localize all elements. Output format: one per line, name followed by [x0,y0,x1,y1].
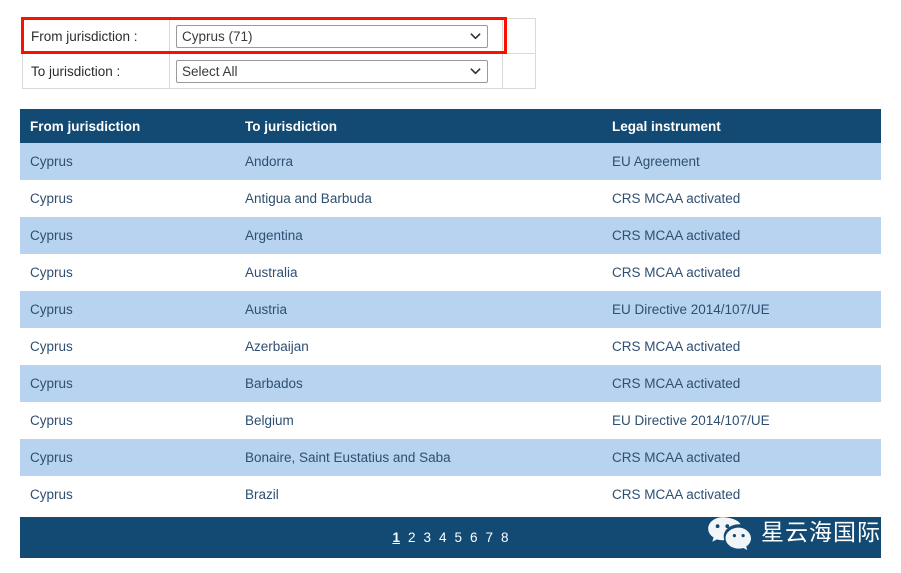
table-row: Cyprus Brazil CRS MCAA activated [20,476,881,513]
pagination-page-8[interactable]: 8 [501,530,509,546]
cell-to-jurisdiction: Belgium [235,402,602,439]
cell-to-jurisdiction: Australia [235,254,602,291]
cell-from-jurisdiction: Cyprus [20,476,235,513]
table-footer: 1 2 3 4 5 6 7 8 [20,517,881,558]
cell-legal-instrument: CRS MCAA activated [602,476,881,513]
table-row: Cyprus Andorra EU Agreement [20,143,881,180]
cell-from-jurisdiction: Cyprus [20,143,235,180]
cell-from-jurisdiction: Cyprus [20,180,235,217]
table-row: Cyprus Azerbaijan CRS MCAA activated [20,328,881,365]
table-header: From jurisdiction To jurisdiction Legal … [20,109,881,143]
to-jurisdiction-label: To jurisdiction : [23,54,170,89]
from-jurisdiction-select-cell: Cyprus (71) [170,19,503,54]
filter-table: From jurisdiction : Cyprus (71) [22,18,536,89]
cell-legal-instrument: CRS MCAA activated [602,254,881,291]
pagination-page-4[interactable]: 4 [439,530,447,546]
table-row: Cyprus Austria EU Directive 2014/107/UE [20,291,881,328]
cell-from-jurisdiction: Cyprus [20,439,235,476]
filter-row-from: From jurisdiction : Cyprus (71) [23,19,536,54]
from-jurisdiction-value: Cyprus (71) [182,29,253,44]
to-jurisdiction-select-cell: Select All [170,54,503,89]
cell-from-jurisdiction: Cyprus [20,365,235,402]
table-row: Cyprus Australia CRS MCAA activated [20,254,881,291]
to-jurisdiction-select[interactable]: Select All [176,60,488,83]
cell-to-jurisdiction: Barbados [235,365,602,402]
cell-legal-instrument: EU Directive 2014/107/UE [602,291,881,328]
table-row: Cyprus Bonaire, Saint Eustatius and Saba… [20,439,881,476]
pagination-page-6[interactable]: 6 [470,530,478,546]
cell-legal-instrument: CRS MCAA activated [602,365,881,402]
filter-row-from-spacer [503,19,536,54]
cell-to-jurisdiction: Antigua and Barbuda [235,180,602,217]
column-header-legal-instrument: Legal instrument [602,109,881,143]
table-body: Cyprus Andorra EU Agreement Cyprus Antig… [20,143,881,513]
pagination-page-5[interactable]: 5 [455,530,463,546]
filter-row-to-spacer [503,54,536,89]
pagination-page-3[interactable]: 3 [423,530,431,546]
cell-to-jurisdiction: Bonaire, Saint Eustatius and Saba [235,439,602,476]
from-jurisdiction-label: From jurisdiction : [23,19,170,54]
table-row: Cyprus Antigua and Barbuda CRS MCAA acti… [20,180,881,217]
cell-from-jurisdiction: Cyprus [20,328,235,365]
column-header-to-jurisdiction: To jurisdiction [235,109,602,143]
cell-legal-instrument: EU Agreement [602,143,881,180]
table-row: Cyprus Argentina CRS MCAA activated [20,217,881,254]
to-jurisdiction-value: Select All [182,64,238,79]
pagination-page-2[interactable]: 2 [408,530,416,546]
table-header-row: From jurisdiction To jurisdiction Legal … [20,109,881,143]
jurisdiction-filter-form: From jurisdiction : Cyprus (71) [22,18,536,89]
cell-legal-instrument: CRS MCAA activated [602,180,881,217]
cell-legal-instrument: CRS MCAA activated [602,439,881,476]
jurisdiction-results-table: From jurisdiction To jurisdiction Legal … [20,109,881,513]
column-header-from-jurisdiction: From jurisdiction [20,109,235,143]
pagination-page-7[interactable]: 7 [486,530,494,546]
chevron-down-icon [470,31,481,42]
cell-to-jurisdiction: Argentina [235,217,602,254]
cell-from-jurisdiction: Cyprus [20,402,235,439]
filter-row-to: To jurisdiction : Select All [23,54,536,89]
table-row: Cyprus Belgium EU Directive 2014/107/UE [20,402,881,439]
from-jurisdiction-select[interactable]: Cyprus (71) [176,25,488,48]
cell-to-jurisdiction: Andorra [235,143,602,180]
cell-to-jurisdiction: Azerbaijan [235,328,602,365]
table-row: Cyprus Barbados CRS MCAA activated [20,365,881,402]
chevron-down-icon [470,66,481,77]
cell-to-jurisdiction: Austria [235,291,602,328]
cell-from-jurisdiction: Cyprus [20,291,235,328]
cell-from-jurisdiction: Cyprus [20,217,235,254]
page-root: From jurisdiction : Cyprus (71) [0,0,901,573]
cell-legal-instrument: EU Directive 2014/107/UE [602,402,881,439]
cell-from-jurisdiction: Cyprus [20,254,235,291]
cell-legal-instrument: CRS MCAA activated [602,328,881,365]
pagination: 1 2 3 4 5 6 7 8 [20,517,881,558]
pagination-page-1[interactable]: 1 [392,530,400,546]
cell-legal-instrument: CRS MCAA activated [602,217,881,254]
cell-to-jurisdiction: Brazil [235,476,602,513]
